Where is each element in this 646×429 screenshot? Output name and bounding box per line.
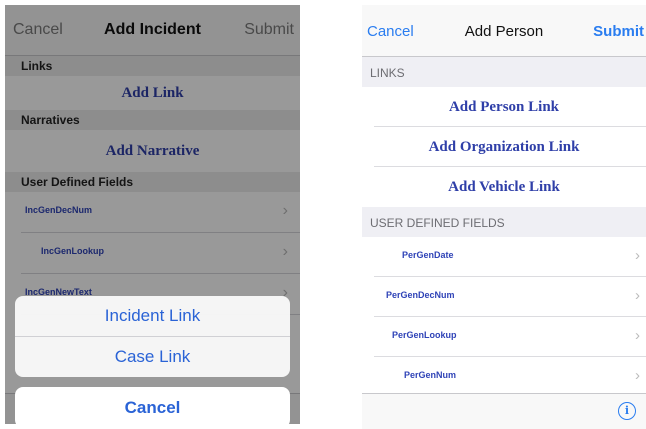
incident-link-option[interactable]: Incident Link <box>15 296 290 336</box>
chevron-right-icon: › <box>635 247 640 264</box>
add-person-screen: Cancel Add Person Submit LINKS Add Perso… <box>362 5 646 429</box>
action-sheet: Incident Link Case Link <box>15 296 290 377</box>
case-link-option[interactable]: Case Link <box>15 336 290 377</box>
section-header-user-defined: USER DEFINED FIELDS <box>362 207 646 237</box>
add-organization-link-button[interactable]: Add Organization Link <box>362 127 646 167</box>
chevron-right-icon: › <box>635 287 640 304</box>
field-row-pergennum[interactable]: PerGenNum › <box>362 357 646 397</box>
field-row-pergendate[interactable]: PerGenDate › <box>362 237 646 277</box>
field-label: PerGenLookup <box>392 330 457 340</box>
nav-bar: Cancel Add Person Submit <box>362 5 646 57</box>
info-icon[interactable]: i <box>618 402 636 420</box>
submit-button[interactable]: Submit <box>593 23 644 40</box>
chevron-right-icon: › <box>635 327 640 344</box>
section-label: LINKS <box>370 66 405 80</box>
section-label: USER DEFINED FIELDS <box>370 216 505 230</box>
action-label: Add Vehicle Link <box>448 179 560 195</box>
add-person-link-button[interactable]: Add Person Link <box>362 87 646 127</box>
action-label: Add Person Link <box>448 99 560 115</box>
section-header-links: LINKS <box>362 57 646 87</box>
chevron-right-icon: › <box>635 367 640 384</box>
field-label: PerGenNum <box>404 370 457 380</box>
field-row-pergendecnum[interactable]: PerGenDecNum › <box>362 277 646 317</box>
field-label: PerGenDate <box>402 250 454 260</box>
action-sheet-cancel-button[interactable]: Cancel <box>15 387 290 424</box>
bottom-toolbar: i <box>362 393 646 429</box>
add-vehicle-link-button[interactable]: Add Vehicle Link <box>362 167 646 207</box>
action-label: Add Organization Link <box>428 139 580 155</box>
field-label: PerGenDecNum <box>386 290 455 300</box>
add-incident-screen: Cancel Add Incident Submit Links Add Lin… <box>5 5 300 424</box>
field-row-pergenlookup[interactable]: PerGenLookup › <box>362 317 646 357</box>
